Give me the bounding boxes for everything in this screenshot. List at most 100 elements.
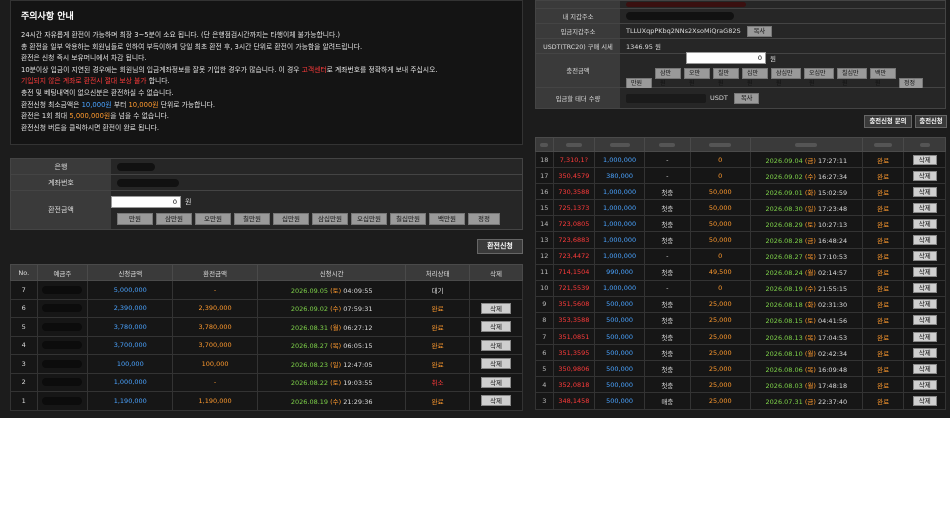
drow-event: 첫충	[643, 311, 691, 330]
delete-button[interactable]: 삭제	[912, 170, 937, 181]
drow-time: 2026.08.28 (금) 16:48:24	[749, 231, 863, 249]
drow-clock: 22:37:40	[817, 397, 848, 406]
drow-date: 2026.08.27	[765, 253, 803, 262]
deposit-row: 10 721,5539 1,000,000-0 2026.08.19 (수) 21:5…	[535, 279, 946, 297]
row-request-amount: 1,000,000	[87, 372, 174, 392]
drow-amount: 500,000	[594, 344, 645, 362]
chip-100k[interactable]: 십만원	[273, 212, 309, 225]
chip-10k[interactable]: 만원	[117, 212, 153, 225]
chip-reset[interactable]: 정정	[468, 212, 500, 225]
chip-700k[interactable]: 칠십만원	[390, 212, 426, 225]
delete-button[interactable]: 삭제	[912, 315, 937, 326]
row-no: 6	[10, 298, 38, 318]
withdraw-amount-input[interactable]: 0	[111, 195, 181, 208]
delete-button[interactable]: 삭제	[912, 267, 937, 278]
chip-70k[interactable]: 칠만원	[234, 212, 270, 225]
delete-button[interactable]: 삭제	[912, 235, 937, 246]
delete-button[interactable]: 삭제	[912, 218, 937, 229]
delete-button[interactable]: 삭제	[912, 331, 937, 342]
withdraw-submit-button[interactable]: 환전신청	[477, 239, 523, 254]
masked-bank	[117, 162, 155, 171]
delete-button[interactable]: 삭제	[480, 321, 511, 333]
row-holder	[36, 391, 89, 411]
row-date: 2026.09.02	[290, 305, 329, 314]
row-request-amount: 1,190,000	[87, 391, 174, 411]
delete-button[interactable]: 삭제	[912, 154, 937, 165]
dcol-no-blur	[540, 142, 549, 147]
dchip-30k[interactable]: 삼만원	[655, 68, 681, 87]
delete-button[interactable]: 삭제	[912, 347, 937, 358]
delete-button[interactable]: 삭제	[912, 363, 937, 374]
chip-30k[interactable]: 삼만원	[156, 212, 192, 225]
masked-holder	[42, 322, 83, 331]
row-exchanged-amount: 3,780,000	[172, 317, 258, 337]
drow-clock: 02:31:30	[817, 301, 848, 310]
drow-day: (월)	[804, 269, 816, 278]
drow-event: 첫충	[643, 215, 691, 233]
drow-clock: 10:27:13	[817, 220, 848, 229]
drow-event: -	[643, 247, 691, 265]
deposit-amount-input[interactable]: 0	[686, 52, 766, 64]
delete-button[interactable]: 삭제	[912, 299, 937, 310]
row-holder	[36, 280, 89, 300]
deposit-inquiry-button[interactable]: 충전신청 문의	[864, 115, 912, 128]
dchip-70k[interactable]: 칠만원	[713, 68, 739, 87]
copy-usdt-button[interactable]: 복사	[733, 92, 760, 104]
delete-button[interactable]: 삭제	[912, 283, 937, 294]
dcol-7	[903, 137, 946, 152]
delete-button[interactable]: 삭제	[912, 251, 937, 262]
copy-address-button[interactable]: 복사	[746, 25, 773, 37]
delete-button[interactable]: 삭제	[480, 395, 511, 407]
dchip-100k[interactable]: 십만원	[742, 68, 768, 87]
dchip-700k[interactable]: 칠십만원	[837, 68, 867, 87]
deposit-form: 내 지갑주소 입금지갑주소 TLLUXqpPKbq2NNs2XsoMiQraG8…	[535, 0, 946, 109]
drow-day: (수)	[804, 172, 816, 181]
deposit-row: 8 353,3588 500,000 첫충 25,000 2026.08.15 (토) 0…	[535, 311, 946, 330]
row-holder	[36, 372, 89, 392]
row-day: (목)	[330, 342, 342, 351]
delete-button[interactable]: 삭제	[912, 379, 937, 390]
delete-button[interactable]: 삭제	[480, 339, 511, 351]
dchip-1m[interactable]: 백만원	[870, 68, 896, 87]
drow-amount: 1,000,000	[594, 199, 645, 217]
row-time: 2026.08.19 (수) 21:29:36	[256, 391, 407, 411]
chip-1m[interactable]: 백만원	[429, 212, 465, 225]
usdt-qty-field[interactable]	[626, 93, 706, 103]
notice-line-8: 환전은 1회 최대 5,000,000원을 넘을 수 없습니다.	[21, 111, 512, 123]
row-date: 2026.08.22	[290, 379, 329, 388]
drow-clock: 17:10:53	[817, 253, 848, 262]
deposit-history-table: 18 7,310,1? 1,000,000-0 2026.09.04 (금) 17:2…	[535, 137, 946, 410]
notice-line-8-post: 을 넘을 수 없습니다.	[110, 112, 169, 121]
amount-input-wrap: 0 원	[111, 195, 191, 208]
dchip-300k[interactable]: 삼십만원	[771, 68, 801, 87]
drow-bonus: 0	[689, 247, 751, 265]
row-status: 취소	[405, 372, 470, 392]
dcol-1	[552, 137, 596, 152]
delete-button[interactable]: 삭제	[912, 202, 937, 213]
delete-button[interactable]: 삭제	[912, 395, 937, 406]
delete-button[interactable]: 삭제	[480, 376, 511, 388]
drow-delete-cell: 삭제	[903, 295, 946, 313]
row-clock: 06:05:15	[343, 342, 373, 351]
drow-time: 2026.08.24 (월) 02:14:57	[749, 263, 863, 281]
delete-button[interactable]: 삭제	[480, 358, 511, 370]
chip-50k[interactable]: 오만원	[195, 212, 231, 225]
row-exchanged-amount: 3,700,000	[172, 335, 258, 355]
delete-button[interactable]: 삭제	[480, 302, 511, 314]
row-no: 3	[10, 354, 38, 374]
col-no: No.	[10, 264, 38, 281]
dchip-500k[interactable]: 오십만원	[804, 68, 834, 87]
row-holder	[36, 317, 89, 337]
chip-500k[interactable]: 오십만원	[351, 212, 387, 225]
delete-button[interactable]: 삭제	[912, 186, 937, 197]
drow-status: 완료	[861, 295, 905, 313]
dcol-3	[643, 137, 691, 152]
dchip-50k[interactable]: 오만원	[684, 68, 710, 87]
drow-amount: 1,000,000	[594, 247, 645, 265]
drow-bonus: 25,000	[689, 311, 751, 330]
drow-bonus: 25,000	[689, 344, 751, 362]
chip-300k[interactable]: 삼십만원	[312, 212, 348, 225]
row-day: (토)	[330, 379, 342, 388]
notice-line-4-red: 고객센터	[301, 65, 327, 74]
deposit-submit-button[interactable]: 충전신청	[915, 115, 947, 128]
